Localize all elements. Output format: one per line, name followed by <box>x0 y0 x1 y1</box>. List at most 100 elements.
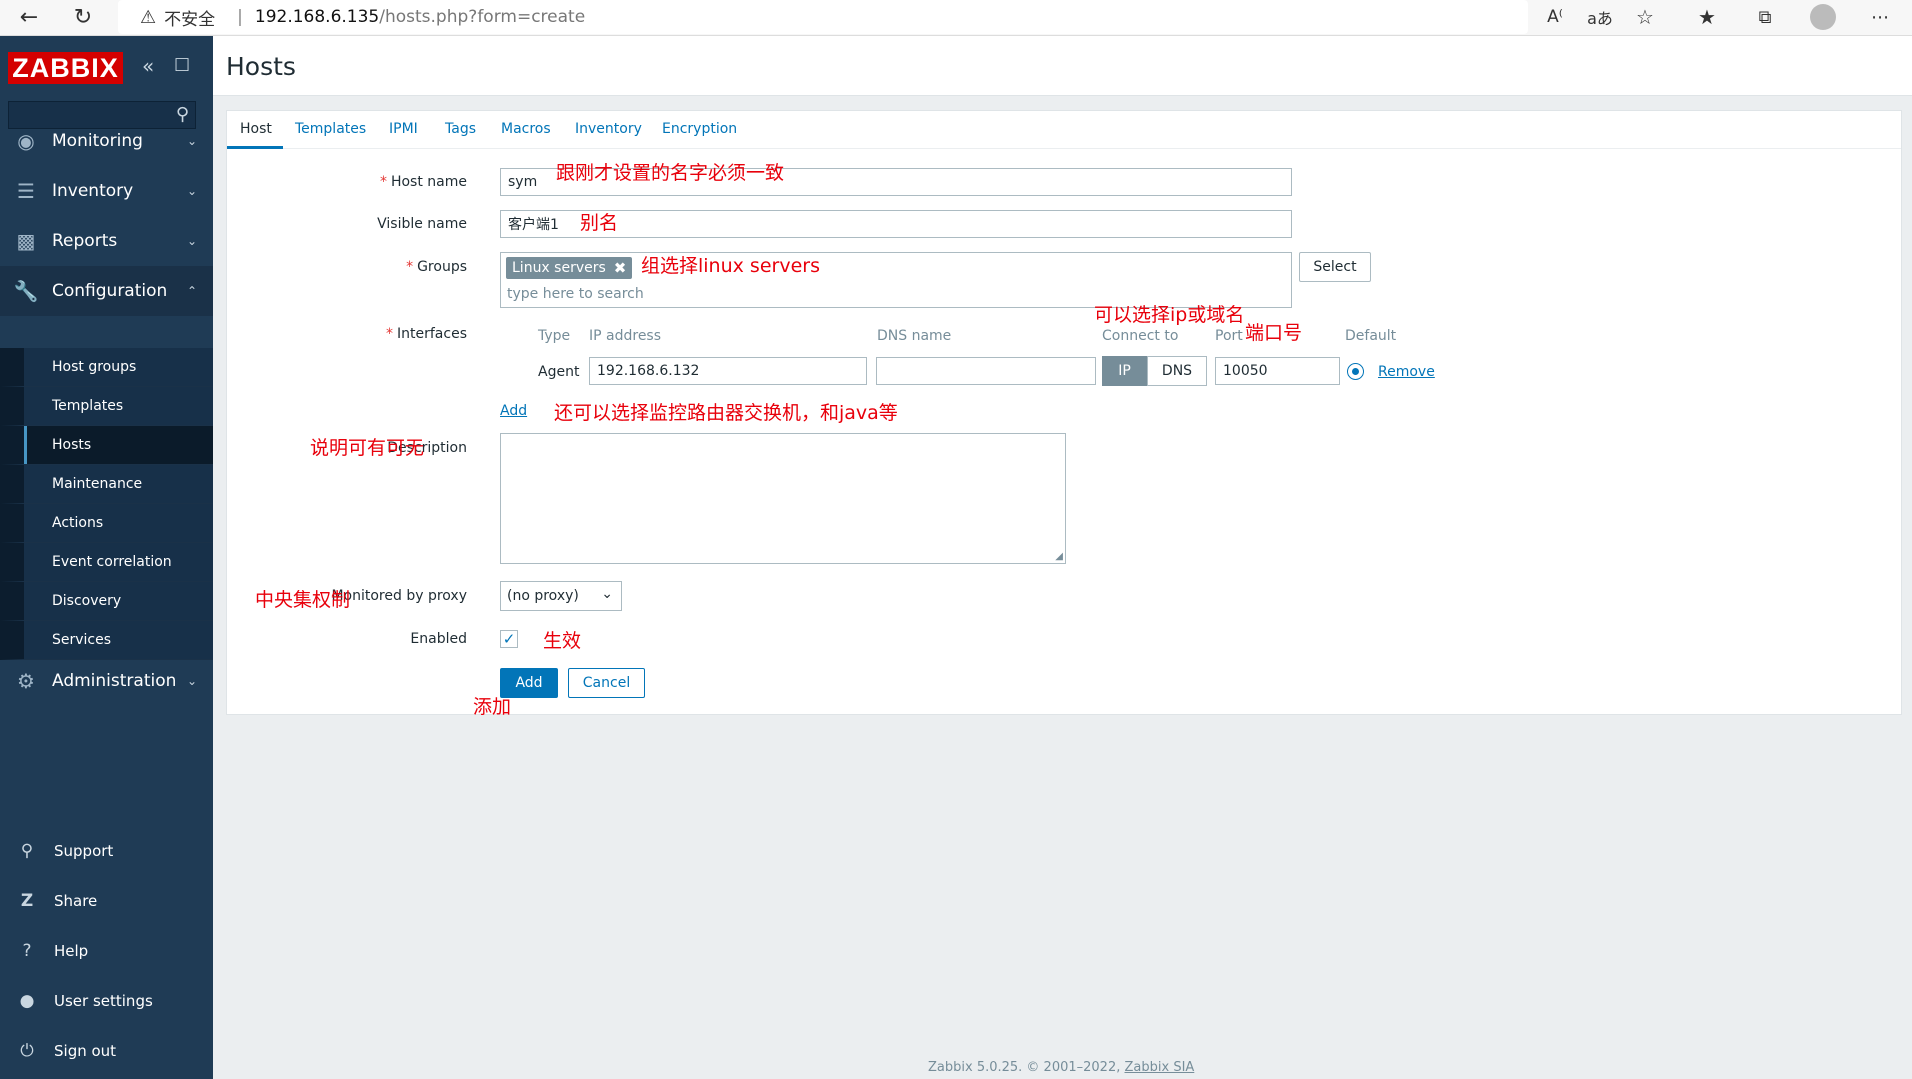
group-chip: Linux servers ✖ <box>506 257 633 279</box>
tab-inventory[interactable]: Inventory <box>575 121 642 137</box>
url-path: /hosts.php?form=create <box>379 7 586 27</box>
host-name-label: * Host name <box>379 174 467 190</box>
user-icon: ● <box>19 991 35 1011</box>
checkmark-icon: ✓ <box>502 630 516 648</box>
iface-col-default: Default <box>1345 328 1397 344</box>
help-icon: ? <box>22 941 32 961</box>
chevron-down-icon: ⌄ <box>186 134 197 148</box>
iface-default-radio[interactable] <box>1347 363 1364 380</box>
menu-monitoring[interactable]: ◉ Monitoring ⌄ <box>0 116 213 166</box>
back-arrow-icon[interactable]: ← <box>14 2 44 32</box>
tab-host[interactable]: Host <box>240 121 272 137</box>
submenu-actions[interactable]: Actions <box>0 504 213 543</box>
submenu-services[interactable]: Services <box>0 621 213 660</box>
resize-handle-icon[interactable]: ◢ <box>1055 551 1063 562</box>
iface-remove-link[interactable]: Remove <box>1378 364 1435 380</box>
page-header: Hosts <box>213 36 1912 96</box>
tab-ipmi[interactable]: IPMI <box>389 121 418 137</box>
sidebar-sign-out[interactable]: ⏻ Sign out <box>0 1031 213 1071</box>
url-host: 192.168.6.135 <box>254 7 380 27</box>
menu-reports[interactable]: ▩ Reports ⌄ <box>0 216 213 266</box>
sidebar-support[interactable]: ⚲ Support <box>0 831 213 871</box>
iface-col-connect: Connect to <box>1102 328 1179 344</box>
connect-ip-button[interactable]: IP <box>1102 356 1147 386</box>
bar-chart-icon: ▩ <box>16 229 36 253</box>
read-aloud-icon[interactable]: A⁽ <box>1540 2 1570 32</box>
tab-templates[interactable]: Templates <box>295 121 366 137</box>
enabled-checkbox[interactable]: ✓ <box>500 630 518 648</box>
sidebar-share[interactable]: Z Share <box>0 881 213 921</box>
footer-link[interactable]: Zabbix SIA <box>1125 1060 1195 1075</box>
groups-search-placeholder[interactable]: type here to search <box>507 286 644 302</box>
collapse-sidebar-icon[interactable]: « <box>142 54 154 78</box>
menu-inventory[interactable]: ☰ Inventory ⌄ <box>0 166 213 216</box>
list-icon: ☰ <box>17 179 35 203</box>
visible-name-input[interactable]: 客户端1 <box>500 210 1292 238</box>
iface-type-agent: Agent <box>538 364 580 380</box>
tab-macros[interactable]: Macros <box>501 121 551 137</box>
connect-to-toggle: IP DNS <box>1102 356 1207 386</box>
refresh-icon[interactable]: ↻ <box>68 2 98 32</box>
connect-dns-button[interactable]: DNS <box>1147 356 1207 386</box>
submenu-hosts[interactable]: Hosts <box>0 426 213 465</box>
proxy-select[interactable]: (no proxy) ⌄ <box>500 581 622 611</box>
collections-icon[interactable]: ⧉ <box>1750 2 1780 32</box>
iface-col-port: Port <box>1215 328 1243 344</box>
annotation-description: 说明可有可无 <box>310 437 425 459</box>
host-form-panel: Host Templates IPMI Tags Macros Inventor… <box>226 110 1902 715</box>
headset-icon: ⚲ <box>20 841 34 861</box>
chevron-up-icon: ⌃ <box>186 284 197 298</box>
groups-label: * Groups <box>406 259 467 275</box>
visible-name-label: Visible name <box>377 216 467 232</box>
iface-ip-input[interactable]: 192.168.6.132 <box>589 357 867 385</box>
cancel-button[interactable]: Cancel <box>568 668 645 698</box>
chevron-down-icon: ⌄ <box>186 184 197 198</box>
description-textarea[interactable]: ◢ <box>500 433 1066 564</box>
submenu-host-groups[interactable]: Host groups <box>0 348 213 387</box>
menu-administration[interactable]: ⚙ Administration ⌄ <box>0 656 213 706</box>
tab-encryption[interactable]: Encryption <box>662 121 737 137</box>
chevron-down-icon: ⌄ <box>186 234 197 248</box>
address-bar[interactable]: ⚠ 不安全 | 192.168.6.135/hosts.php?form=cre… <box>118 0 1528 34</box>
kiosk-mode-icon[interactable]: □ <box>174 54 190 74</box>
favorites-icon[interactable]: ★ <box>1692 2 1722 32</box>
submenu-templates[interactable]: Templates <box>0 387 213 426</box>
remove-chip-icon[interactable]: ✖ <box>614 259 627 277</box>
annotation-port: 端口号 <box>1245 322 1303 344</box>
iface-dns-input[interactable] <box>876 357 1096 385</box>
submenu-maintenance[interactable]: Maintenance <box>0 465 213 504</box>
profile-avatar-icon[interactable] <box>1808 2 1838 32</box>
wrench-icon: 🔧 <box>13 279 39 303</box>
iface-port-input[interactable]: 10050 <box>1215 357 1340 385</box>
footer: Zabbix 5.0.25. © 2001–2022, Zabbix SIA <box>928 1060 1195 1075</box>
insecure-label: 不安全 <box>164 9 216 30</box>
tab-tags[interactable]: Tags <box>445 121 476 137</box>
submenu-event-correlation[interactable]: Event correlation <box>0 543 213 582</box>
add-interface-link[interactable]: Add <box>500 403 527 419</box>
page-title: Hosts <box>226 52 296 81</box>
annotation-host-name: 跟刚才设置的名字必须一致 <box>556 162 785 184</box>
power-icon: ⏻ <box>20 1041 34 1061</box>
annotation-groups: 组选择linux servers <box>641 255 820 277</box>
annotation-enabled: 生效 <box>543 630 582 652</box>
warning-icon: ⚠ <box>140 6 157 28</box>
sidebar: ZABBIX « □ ⚲ ◉ Monitoring ⌄ ☰ Inventory … <box>0 36 213 1079</box>
annotation-add: 添加 <box>473 696 512 718</box>
more-options-icon[interactable]: ⋯ <box>1865 2 1895 32</box>
browser-toolbar: ← ↻ ⚠ 不安全 | 192.168.6.135/hosts.php?form… <box>0 0 1912 36</box>
sidebar-help[interactable]: ? Help <box>0 931 213 971</box>
annotation-connect: 可以选择ip或域名 <box>1094 304 1245 326</box>
annotation-visible-name: 别名 <box>580 212 619 234</box>
translate-icon[interactable]: aあ <box>1585 2 1615 32</box>
eye-icon: ◉ <box>17 129 35 153</box>
submenu-discovery[interactable]: Discovery <box>0 582 213 621</box>
chevron-down-icon: ⌄ <box>186 674 197 688</box>
zabbix-logo[interactable]: ZABBIX <box>8 52 123 84</box>
sidebar-user-settings[interactable]: ● User settings <box>0 981 213 1021</box>
add-favorite-icon[interactable]: ☆ <box>1630 2 1660 32</box>
chevron-down-icon: ⌄ <box>601 586 613 602</box>
menu-configuration[interactable]: 🔧 Configuration ⌃ <box>0 266 213 316</box>
gear-icon: ⚙ <box>17 669 35 693</box>
select-groups-button[interactable]: Select <box>1299 252 1371 282</box>
form-tabs: Host Templates IPMI Tags Macros Inventor… <box>227 111 1901 149</box>
